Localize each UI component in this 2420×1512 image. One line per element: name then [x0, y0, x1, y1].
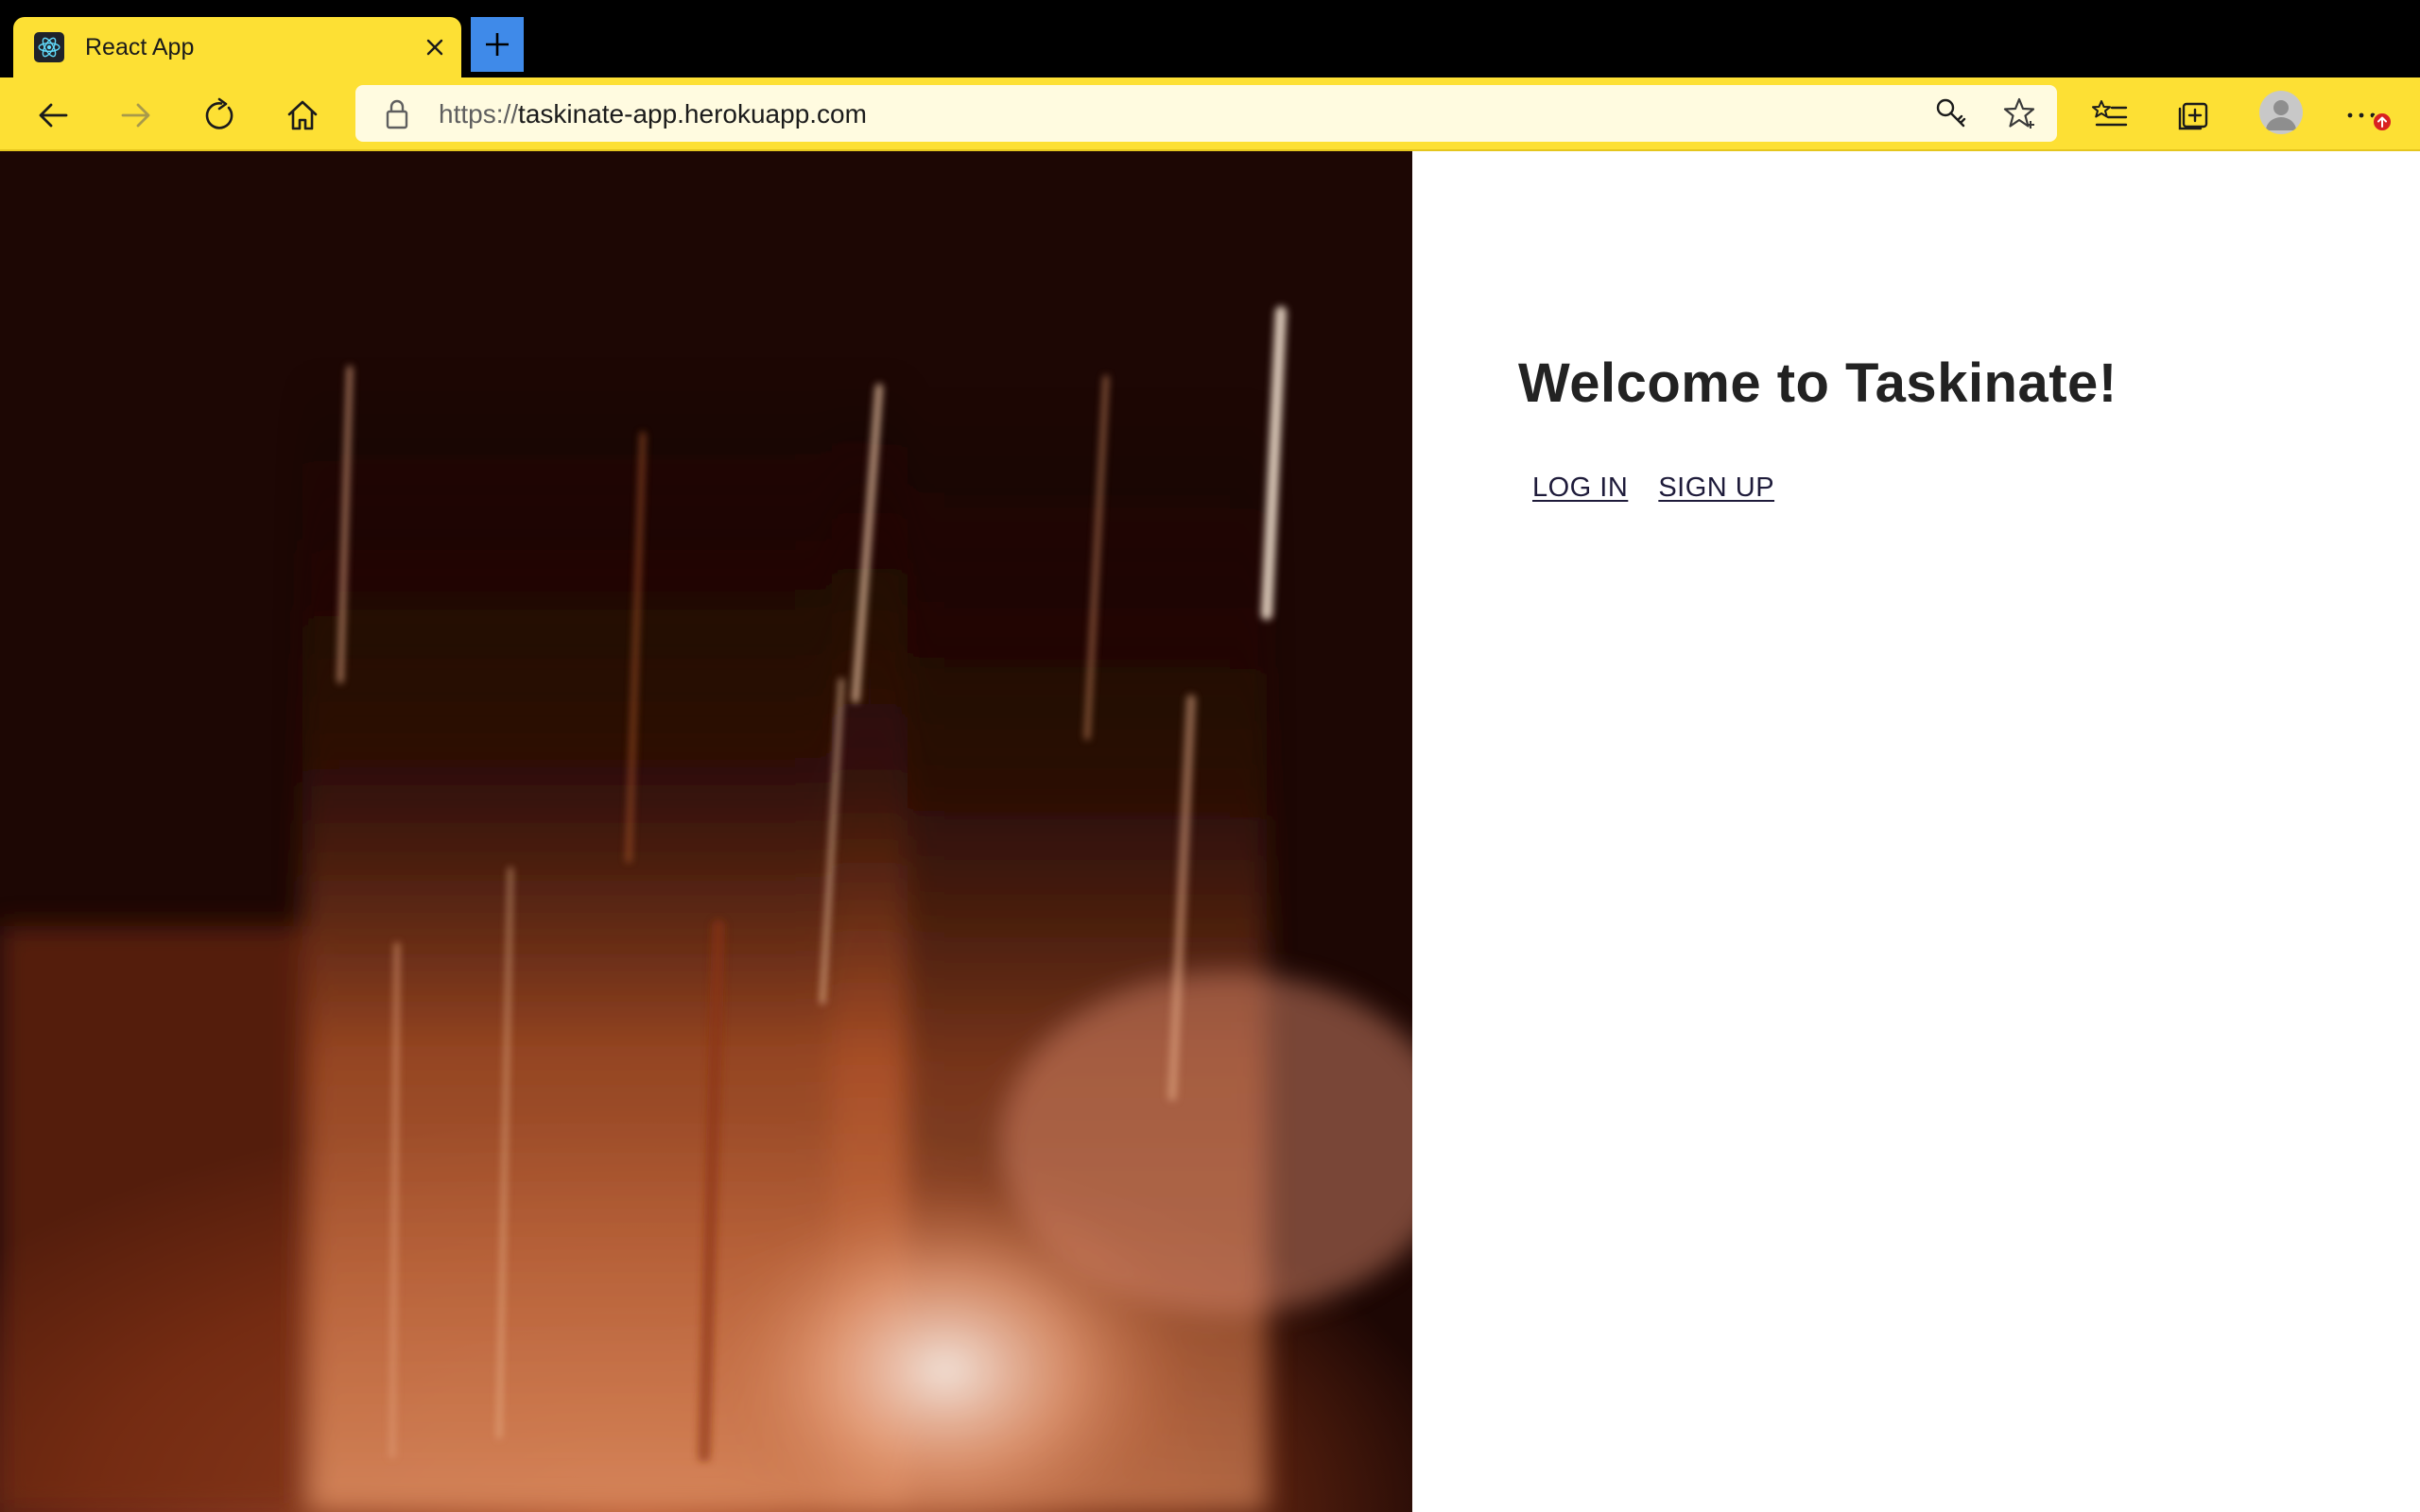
profile-avatar-icon[interactable]: [2259, 91, 2303, 134]
page-content: Welcome to Taskinate! LOG IN SIGN UP: [0, 151, 2420, 1512]
forward-arrow-icon[interactable]: [115, 94, 157, 136]
lock-icon[interactable]: [384, 98, 410, 135]
signup-link[interactable]: SIGN UP: [1658, 472, 1774, 504]
browser-tab[interactable]: React App: [13, 17, 461, 77]
url-text[interactable]: https://taskinate-app.herokuapp.com: [439, 99, 867, 129]
auth-links: LOG IN SIGN UP: [1532, 472, 1774, 504]
home-icon[interactable]: [282, 94, 323, 136]
address-bar[interactable]: https://taskinate-app.herokuapp.com: [355, 85, 2057, 142]
page-title: Welcome to Taskinate!: [1518, 352, 2118, 414]
url-protocol: https://: [439, 99, 519, 129]
new-tab-button[interactable]: [471, 17, 524, 72]
key-icon[interactable]: [1934, 96, 1968, 135]
update-badge: [2372, 112, 2393, 132]
url-host: taskinate-app.herokuapp.com: [518, 99, 867, 129]
react-logo-icon: [34, 32, 64, 62]
back-arrow-icon[interactable]: [32, 94, 74, 136]
collections-icon[interactable]: [2172, 94, 2214, 136]
close-tab-icon[interactable]: [422, 34, 448, 60]
blurred-glass-image: [0, 306, 1412, 1512]
refresh-icon[interactable]: [199, 94, 240, 136]
browser-toolbar: https://taskinate-app.herokuapp.com: [0, 77, 2420, 151]
favorites-list-icon[interactable]: [2089, 94, 2131, 136]
plus-icon: [486, 33, 509, 56]
tab-title: React App: [85, 33, 195, 60]
hero-image: [0, 151, 1412, 1512]
login-link[interactable]: LOG IN: [1532, 472, 1628, 504]
tab-strip: React App: [0, 0, 2420, 77]
star-add-icon[interactable]: [2002, 96, 2036, 135]
